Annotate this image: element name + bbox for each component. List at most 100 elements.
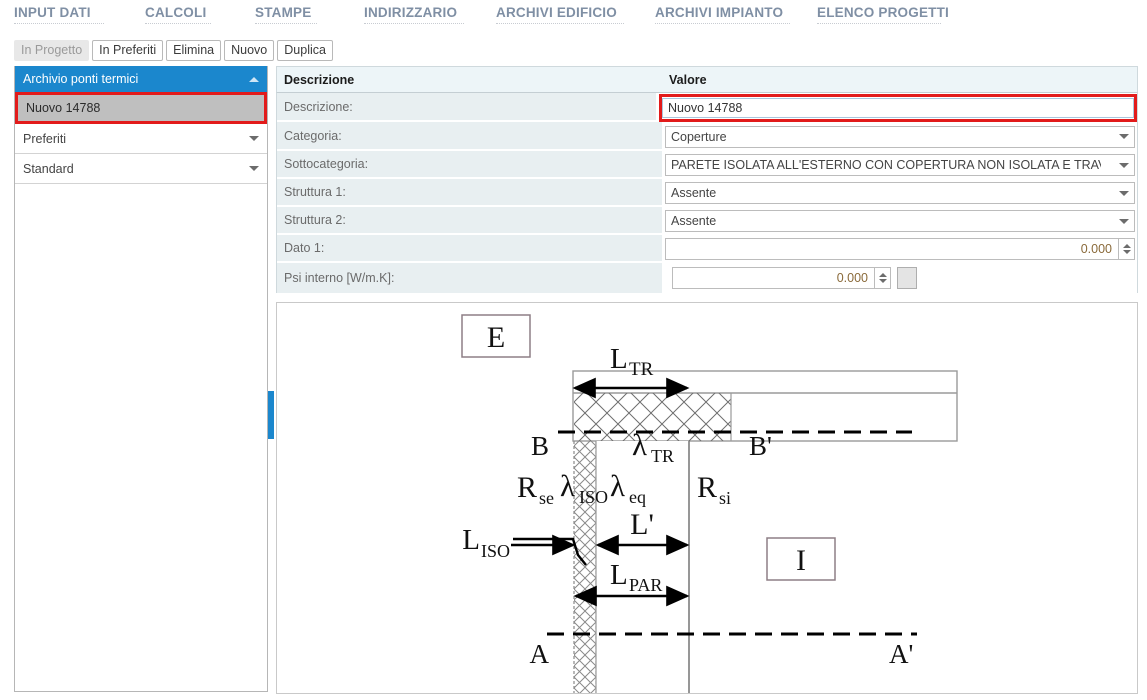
lambda-tr-symbol: λ: [632, 427, 647, 462]
thermal-bridge-diagram: E I B B' A A' L TR λ TR R se λ ISO λ eq …: [461, 314, 958, 693]
row-label-struttura-2: Struttura 2:: [277, 207, 662, 235]
psi-interno-calc-button[interactable]: [897, 267, 917, 289]
psi-interno-spin-buttons[interactable]: [875, 267, 891, 289]
spinner-up-icon[interactable]: [878, 273, 887, 277]
column-header-descrizione: Descrizione: [284, 72, 355, 87]
chevron-down-icon: [1119, 162, 1129, 168]
thermal-bridge-diagram-panel: E I B B' A A' L TR λ TR R se λ ISO λ eq …: [276, 302, 1138, 694]
sidebar-group-label: Archivio ponti termici: [23, 72, 139, 86]
row-value-dato-1: [662, 235, 1137, 263]
nav-item-archivi-edificio[interactable]: ARCHIVI EDIFICIO: [496, 0, 624, 24]
categoria-select[interactable]: Coperture: [665, 125, 1135, 148]
row-value-categoria: Coperture: [662, 122, 1137, 151]
rsi-symbol: R: [697, 471, 717, 504]
table-row: Dato 1:: [277, 235, 1137, 263]
struttura-2-selected-value: Assente: [671, 214, 717, 228]
elimina-button[interactable]: Elimina: [166, 40, 222, 61]
chevron-down-icon: [249, 136, 259, 141]
exterior-label-box: E: [461, 314, 531, 358]
psi-interno-stepper: [672, 267, 917, 289]
nav-item-elenco-progetti[interactable]: ELENCO PROGETTI: [817, 0, 949, 24]
interior-label: I: [796, 544, 806, 577]
in-preferiti-button[interactable]: In Preferiti: [92, 40, 164, 61]
sidebar-group-preferiti-label: Preferiti: [23, 131, 67, 146]
archive-toolbar: In Progetto In Preferiti Elimina Nuovo D…: [14, 40, 333, 61]
dimension-liso-subscript: ISO: [481, 541, 510, 561]
row-label-descrizione: Descrizione:: [277, 93, 656, 122]
categoria-selected-value: Coperture: [671, 129, 727, 144]
table-row: Descrizione:: [277, 93, 1137, 122]
psi-interno-input[interactable]: [672, 267, 875, 289]
section-label-a: A: [530, 639, 550, 669]
lambda-tr-subscript: TR: [651, 446, 674, 466]
row-value-sottocategoria: PARETE ISOLATA ALL'ESTERNO CON COPERTURA…: [662, 151, 1137, 179]
row-label-struttura-1: Struttura 1:: [277, 179, 662, 207]
sidebar-group-standard-label: Standard: [23, 161, 74, 176]
chevron-up-icon: [249, 76, 259, 82]
table-row: Struttura 2: Assente: [277, 207, 1137, 235]
archive-sidebar: Archivio ponti termici Nuovo 14788 Prefe…: [14, 66, 268, 692]
sottocategoria-select[interactable]: PARETE ISOLATA ALL'ESTERNO CON COPERTURA…: [665, 154, 1135, 176]
lambda-eq-subscript: eq: [629, 487, 646, 507]
sidebar-group-archivio-ponti-termici[interactable]: Archivio ponti termici: [15, 66, 267, 92]
nav-item-input-dati[interactable]: INPUT DATI: [14, 0, 104, 24]
table-row: Psi interno [W/m.K]:: [277, 263, 1137, 293]
property-grid-body: Descrizione: Categoria: Coperture: [276, 93, 1138, 293]
spinner-up-icon[interactable]: [1122, 244, 1131, 248]
sidebar-item-nuovo-14788[interactable]: Nuovo 14788: [18, 95, 264, 121]
struttura-1-select[interactable]: Assente: [665, 182, 1135, 204]
dimension-lpar-subscript: PAR: [629, 575, 662, 595]
spinner-down-icon[interactable]: [1122, 250, 1131, 254]
row-value-psi-interno: [662, 263, 1137, 293]
column-header-valore: Valore: [669, 72, 707, 87]
dato-1-spin-buttons[interactable]: [1119, 238, 1135, 260]
row-label-categoria: Categoria:: [277, 122, 662, 151]
duplica-button[interactable]: Duplica: [277, 40, 333, 61]
application-window: INPUT DATI CALCOLI STAMPE INDIRIZZARIO A…: [0, 0, 1147, 700]
exterior-label: E: [487, 321, 505, 354]
row-label-dato-1: Dato 1:: [277, 235, 662, 263]
selected-item-highlight: Nuovo 14788: [15, 92, 267, 124]
section-label-a-prime: A': [889, 639, 913, 669]
dimension-lprime-label: L': [630, 508, 654, 541]
dimension-ltr-label: L: [610, 343, 628, 375]
chevron-down-icon: [1119, 218, 1129, 224]
lambda-iso-symbol: λ: [560, 468, 575, 503]
chevron-down-icon: [249, 166, 259, 171]
row-value-struttura-1: Assente: [662, 179, 1137, 207]
dato-1-input[interactable]: [665, 238, 1119, 260]
sidebar-group-preferiti[interactable]: Preferiti: [15, 124, 267, 154]
lambda-iso-subscript: ISO: [579, 487, 608, 507]
table-row: Categoria: Coperture: [277, 122, 1137, 151]
sidebar-item-label: Nuovo 14788: [26, 101, 101, 115]
section-label-b: B: [531, 431, 549, 461]
dimension-lpar-label: L: [610, 559, 628, 591]
nav-item-calcoli[interactable]: CALCOLI: [145, 0, 211, 24]
spinner-down-icon[interactable]: [878, 279, 887, 283]
section-label-b-prime: B': [749, 431, 772, 461]
row-label-sottocategoria: Sottocategoria:: [277, 151, 662, 179]
struttura-2-select[interactable]: Assente: [665, 210, 1135, 232]
nav-item-archivi-impianto[interactable]: ARCHIVI IMPIANTO: [655, 0, 790, 24]
chevron-down-icon: [1119, 190, 1129, 196]
nav-item-indirizzario[interactable]: INDIRIZZARIO: [364, 0, 464, 24]
chevron-down-icon: [1119, 134, 1129, 139]
descrizione-input[interactable]: [662, 97, 1134, 118]
sidebar-group-standard[interactable]: Standard: [15, 154, 267, 184]
table-row: Sottocategoria: PARETE ISOLATA ALL'ESTER…: [277, 151, 1137, 179]
struttura-1-selected-value: Assente: [671, 186, 717, 200]
splitter-grip-handle[interactable]: [268, 391, 274, 439]
row-value-descrizione: [656, 93, 1137, 122]
dimension-ltr-subscript: TR: [629, 359, 654, 380]
table-row: Struttura 1: Assente: [277, 179, 1137, 207]
nav-item-stampe[interactable]: STAMPE: [255, 0, 317, 24]
sottocategoria-selected-value: PARETE ISOLATA ALL'ESTERNO CON COPERTURA…: [671, 158, 1101, 172]
dimension-liso-label: L: [462, 524, 480, 556]
row-value-struttura-2: Assente: [662, 207, 1137, 235]
dato-1-stepper: [665, 238, 1135, 260]
rse-symbol: R: [517, 471, 537, 504]
nuovo-button[interactable]: Nuovo: [224, 40, 275, 61]
interior-label-box: I: [766, 537, 836, 581]
panel-splitter[interactable]: [268, 66, 276, 692]
rsi-subscript: si: [719, 488, 731, 508]
